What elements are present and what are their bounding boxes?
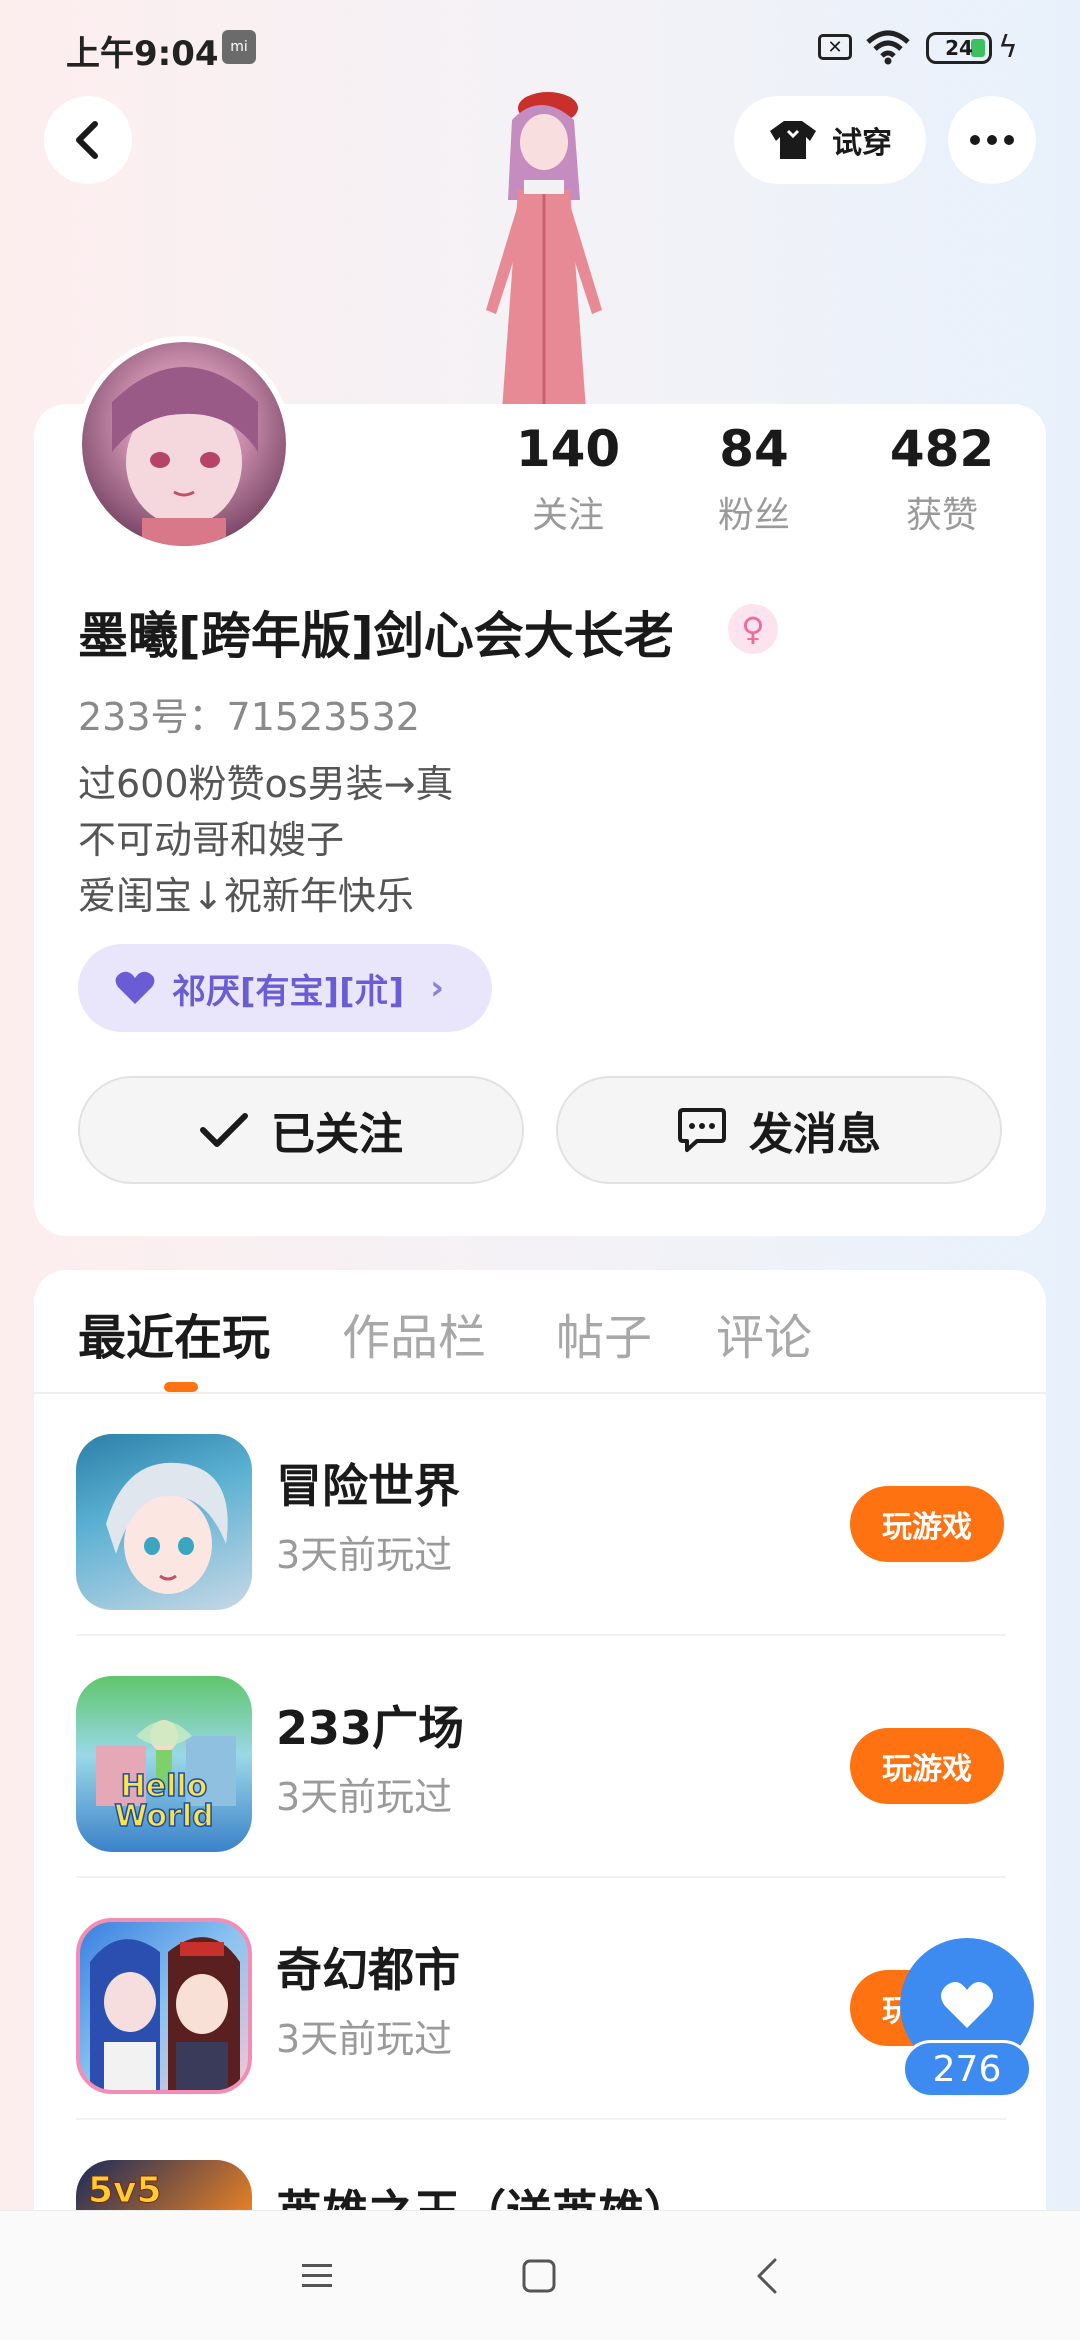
guild-heart-icon — [115, 971, 155, 1004]
tab-indicator — [164, 1382, 198, 1392]
more-button[interactable] — [948, 96, 1036, 184]
user-id: 233号：71523532 — [78, 695, 420, 739]
more-icon — [970, 135, 980, 145]
tab-works[interactable]: 作品栏 — [342, 1298, 486, 1368]
home-icon[interactable] — [514, 2251, 564, 2301]
game-row[interactable]: Hello World 233广场 3天前玩过 玩游戏 — [34, 1636, 1046, 1878]
message-button[interactable]: 发消息 — [556, 1076, 1002, 1184]
message-label: 发消息 — [749, 1109, 881, 1160]
nickname: 墨曦[跨年版]剑心会大长老 — [78, 607, 674, 665]
system-nav-bar — [0, 2210, 1080, 2340]
nav-back-icon[interactable] — [742, 2251, 792, 2301]
game-last-played: 3天前玩过 — [276, 2017, 453, 2061]
chat-icon — [678, 1108, 726, 1152]
menu-icon[interactable] — [292, 2251, 342, 2301]
character-avatar-figure[interactable] — [440, 80, 640, 410]
like-count: 276 — [902, 2040, 1032, 2098]
back-icon — [76, 121, 98, 159]
tab-recently-played[interactable]: 最近在玩 — [78, 1298, 270, 1368]
hello-world-logo: Hello World — [114, 1769, 215, 1834]
check-icon — [200, 1113, 248, 1147]
game-last-played: 3天前玩过 — [276, 1533, 453, 1577]
likes-received-label: 获赞 — [905, 495, 978, 536]
bio-line: 过600粉赞os男装→真 — [78, 762, 454, 806]
fans-count: 84 — [719, 420, 789, 478]
charging-icon: ϟ — [998, 30, 1018, 65]
game-icon — [76, 1434, 252, 1610]
try-on-button[interactable]: 试穿 — [734, 96, 926, 184]
avatar[interactable] — [76, 336, 292, 552]
heart-icon — [940, 1981, 994, 2028]
tab-comments[interactable]: 评论 — [716, 1298, 812, 1368]
battery-level: 24 — [945, 36, 973, 60]
play-game-button[interactable]: 玩游戏 — [850, 1486, 1004, 1562]
game-last-played: 3天前玩过 — [276, 1775, 453, 1819]
game-name: 233广场 — [276, 1701, 465, 1755]
bio-line: 爱闺宝↓祝新年快乐 — [78, 874, 414, 918]
guild-label: 祁厌[有宝][朮] — [172, 971, 405, 1012]
game-icon: Hello World — [76, 1676, 252, 1852]
bio: 过600粉赞os男装→真 不可动哥和嫂子 爱闺宝↓祝新年快乐 — [78, 756, 453, 924]
game-icon — [76, 1918, 252, 2094]
chevron-right-icon: › — [430, 968, 445, 1008]
play-game-button[interactable]: 玩游戏 — [850, 1728, 1004, 1804]
tab-posts[interactable]: 帖子 — [556, 1298, 652, 1368]
follow-label: 已关注 — [271, 1109, 403, 1160]
fans-label: 粉丝 — [717, 495, 790, 536]
guild-chip[interactable]: 祁厌[有宝][朮] › — [78, 944, 492, 1032]
game-name: 奇幻都市 — [276, 1943, 460, 1997]
likes-received-count: 482 — [889, 420, 995, 478]
bio-line: 不可动哥和嫂子 — [78, 818, 345, 862]
following-count: 140 — [515, 420, 621, 478]
follow-button[interactable]: 已关注 — [78, 1076, 524, 1184]
five-v-five-logo: 5v5 — [88, 2170, 163, 2212]
game-name: 冒险世界 — [276, 1459, 460, 1513]
game-row[interactable]: 冒险世界 3天前玩过 玩游戏 — [34, 1394, 1046, 1636]
stat-likes[interactable]: 482 获赞 — [862, 420, 1022, 538]
game-row[interactable]: 奇幻都市 3天前玩过 玩游戏 — [34, 1878, 1046, 2120]
stat-fans[interactable]: 84 粉丝 — [674, 420, 834, 538]
following-label: 关注 — [531, 495, 604, 536]
wifi-icon — [866, 30, 910, 65]
try-on-label: 试穿 — [832, 126, 892, 161]
stat-following[interactable]: 140 关注 — [488, 420, 648, 538]
female-gender-icon: ♀ — [728, 604, 778, 654]
status-time: 上午9:04 — [66, 34, 219, 74]
no-sim-icon: ✕ — [818, 34, 852, 60]
back-button[interactable] — [44, 96, 132, 184]
mi-icon: mi — [222, 30, 256, 64]
battery-icon: 24 — [926, 32, 992, 64]
shirt-icon — [770, 121, 816, 159]
